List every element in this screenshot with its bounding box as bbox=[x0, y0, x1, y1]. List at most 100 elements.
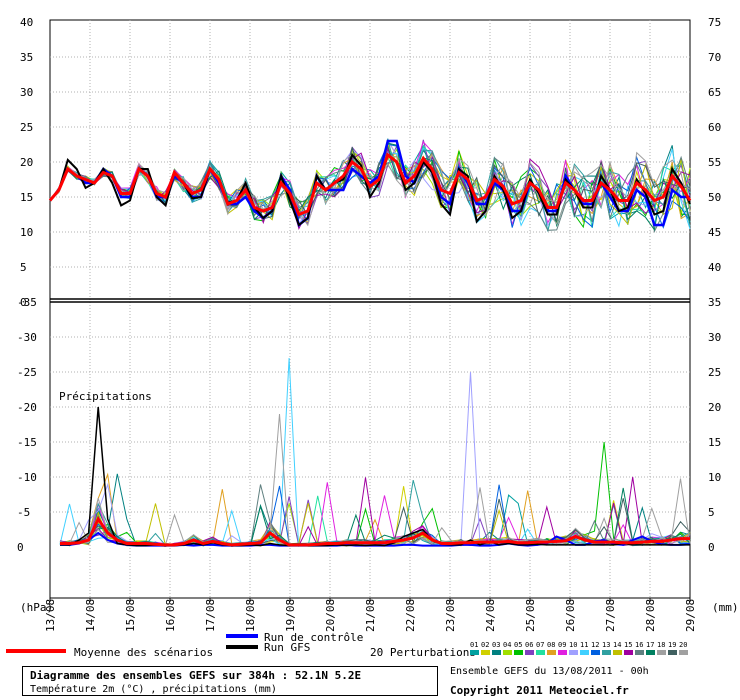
legend-perturbation-id: 14 bbox=[613, 641, 621, 649]
x-date-label: 20/08 bbox=[324, 599, 337, 632]
legend-perturbation-swatch bbox=[668, 650, 677, 655]
y-right-tick-top: 45 bbox=[708, 226, 721, 239]
x-date-label: 19/08 bbox=[284, 599, 297, 632]
y-right-tick-top: 40 bbox=[708, 261, 721, 274]
precip-title: Précipitations bbox=[59, 390, 152, 403]
legend-perturbation-swatch bbox=[547, 650, 556, 655]
x-date-label: 17/08 bbox=[204, 599, 217, 632]
legend-perturbation-swatch bbox=[514, 650, 523, 655]
legend-perturbation-swatch bbox=[635, 650, 644, 655]
y-left-tick-top: 25 bbox=[20, 121, 33, 134]
x-date-label: 28/08 bbox=[644, 599, 657, 632]
y-right-tick-top: 70 bbox=[708, 51, 721, 64]
y-left-tick-bottom: -10 bbox=[17, 471, 37, 484]
y-right-tick-top: 50 bbox=[708, 191, 721, 204]
legend-perturbation-id: 07 bbox=[536, 641, 544, 649]
legend-perturbation-swatch bbox=[613, 650, 622, 655]
legend-perturbation-swatch bbox=[481, 650, 490, 655]
y-left-tick-bottom: -5 bbox=[17, 506, 30, 519]
y-right-tick-bottom: 0 bbox=[708, 541, 715, 554]
legend-mean-label: Moyenne des scénarios bbox=[74, 646, 213, 659]
x-date-label: 27/08 bbox=[604, 599, 617, 632]
legend-perturbation-swatch bbox=[657, 650, 666, 655]
legend-perturbation-swatch bbox=[536, 650, 545, 655]
y-left-tick-bottom: -20 bbox=[17, 401, 37, 414]
legend-perturbation-swatch bbox=[602, 650, 611, 655]
footer-subtitle: Température 2m (°C) , précipitations (mm… bbox=[30, 684, 277, 695]
x-date-label: 29/08 bbox=[684, 599, 697, 632]
x-date-label: 25/08 bbox=[524, 599, 537, 632]
y-left-tick-top: 35 bbox=[20, 51, 33, 64]
legend-perturbation-swatch bbox=[558, 650, 567, 655]
x-date-label: 23/08 bbox=[444, 599, 457, 632]
y-right-tick-top: 55 bbox=[708, 156, 721, 169]
legend-perturbation-id: 01 bbox=[470, 641, 478, 649]
y-left-tick-top: 15 bbox=[20, 191, 33, 204]
legend-perturbation-swatch bbox=[569, 650, 578, 655]
legend-perturbation-id: 04 bbox=[503, 641, 511, 649]
y-right-tick-top: 75 bbox=[708, 16, 721, 29]
footer-info-box: Diagramme des ensembles GEFS sur 384h : … bbox=[22, 666, 438, 696]
y-right-tick-bottom: 25 bbox=[708, 366, 721, 379]
legend-perturbation-id: 09 bbox=[558, 641, 566, 649]
y-right-tick-bottom: 10 bbox=[708, 471, 721, 484]
x-date-label: 15/08 bbox=[124, 599, 137, 632]
legend-perturbation-id: 12 bbox=[591, 641, 599, 649]
footer-title: Diagramme des ensembles GEFS sur 384h : … bbox=[30, 669, 362, 682]
legend-perturbation-id: 02 bbox=[481, 641, 489, 649]
y-right-tick-top: 35 bbox=[708, 296, 721, 309]
legend-perturbation-id: 20 bbox=[679, 641, 687, 649]
y-left-tick-top: 20 bbox=[20, 156, 33, 169]
y-right-tick-bottom: 20 bbox=[708, 401, 721, 414]
x-date-label: 26/08 bbox=[564, 599, 577, 632]
y-left-tick-top: 10 bbox=[20, 226, 33, 239]
y-right-tick-top: 60 bbox=[708, 121, 721, 134]
y-right-tick-bottom: 15 bbox=[708, 436, 721, 449]
legend-perturbations-label: 20 Perturbations bbox=[370, 646, 476, 659]
legend-perturbation-swatch bbox=[580, 650, 589, 655]
y-left-tick-top: 40 bbox=[20, 16, 33, 29]
x-left-unit: (hPa) bbox=[20, 601, 53, 614]
legend-perturbation-id: 17 bbox=[646, 641, 654, 649]
y-left-tick-top: 30 bbox=[20, 86, 33, 99]
y-left-tick-top: 5 bbox=[20, 261, 27, 274]
ensemble-chart: 40 7535 7030 6525 6020 5515 5010 455 400 350 0-5 5-… bbox=[6, 16, 739, 659]
legend-perturbation-swatch bbox=[525, 650, 534, 655]
legend-perturbation-id: 18 bbox=[657, 641, 665, 649]
x-date-label: 22/08 bbox=[404, 599, 417, 632]
ensemble-run-label: Ensemble GEFS du 13/08/2011 - 00h bbox=[450, 666, 649, 677]
y-left-tick-bottom: -15 bbox=[17, 436, 37, 449]
x-date-label: 21/08 bbox=[364, 599, 377, 632]
y-left-tick-bottom: -25 bbox=[17, 366, 37, 379]
y-right-tick-top: 65 bbox=[708, 86, 721, 99]
legend-perturbation-swatch bbox=[470, 650, 479, 655]
x-right-unit: (mm) bbox=[712, 601, 739, 614]
legend-perturbation-swatch bbox=[503, 650, 512, 655]
legend-gfs-label: Run GFS bbox=[264, 641, 310, 654]
legend-perturbation-id: 05 bbox=[514, 641, 522, 649]
copyright: Copyright 2011 Meteociel.fr bbox=[450, 684, 629, 697]
legend-perturbation-id: 08 bbox=[547, 641, 555, 649]
legend-perturbation-swatch bbox=[624, 650, 633, 655]
legend-perturbation-id: 10 bbox=[569, 641, 577, 649]
legend-perturbation-swatch bbox=[492, 650, 501, 655]
legend-perturbation-id: 03 bbox=[492, 641, 500, 649]
legend-perturbation-id: 13 bbox=[602, 641, 610, 649]
x-date-label: 16/08 bbox=[164, 599, 177, 632]
legend-perturbation-swatch bbox=[591, 650, 600, 655]
x-date-label: 14/08 bbox=[84, 599, 97, 632]
y-right-tick-bottom: 30 bbox=[708, 331, 721, 344]
legend-perturbation-swatch bbox=[646, 650, 655, 655]
legend-perturbation-id: 16 bbox=[635, 641, 643, 649]
y-right-tick-bottom: 5 bbox=[708, 506, 715, 519]
legend-perturbation-id: 19 bbox=[668, 641, 676, 649]
x-date-label: 24/08 bbox=[484, 599, 497, 632]
legend-perturbation-id: 15 bbox=[624, 641, 632, 649]
y-left-tick-bottom: -35 bbox=[17, 296, 37, 309]
y-left-tick-bottom: -30 bbox=[17, 331, 37, 344]
legend-perturbation-id: 11 bbox=[580, 641, 588, 649]
y-left-tick-bottom: 0 bbox=[17, 541, 24, 554]
x-date-label: 18/08 bbox=[244, 599, 257, 632]
legend-perturbation-id: 06 bbox=[525, 641, 533, 649]
legend-perturbation-swatch bbox=[679, 650, 688, 655]
